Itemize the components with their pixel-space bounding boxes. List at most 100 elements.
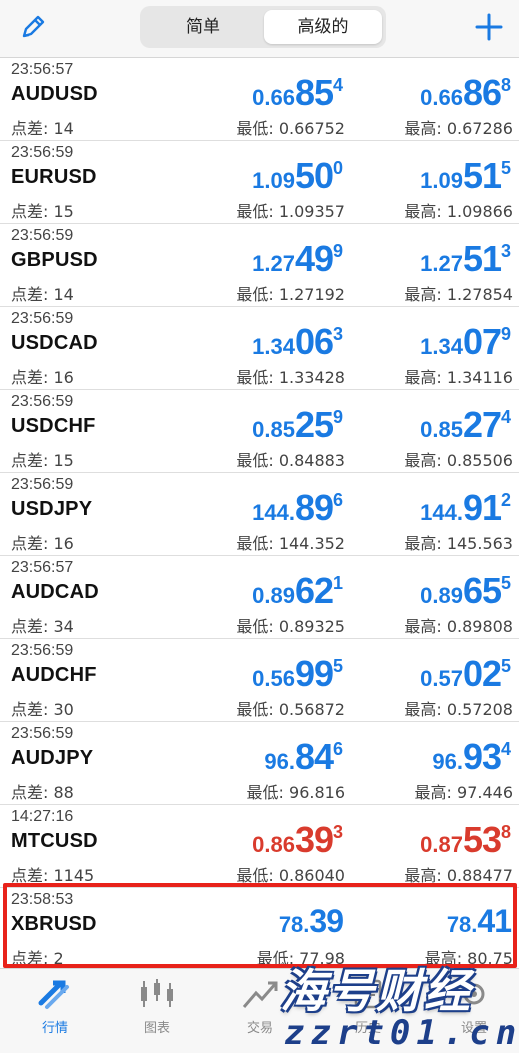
ask-price: 0.57025 — [420, 653, 511, 694]
price-fraction: 4 — [500, 407, 511, 427]
quote-row-audchf[interactable]: 23:56:59 AUDCHF 点差: 30 0.56995 0.57025 最低: 0.… — [0, 639, 519, 722]
quote-row-usdchf[interactable]: 23:56:59 USDCHF 点差: 15 0.85259 0.85274 最低: 0.… — [0, 390, 519, 473]
price-prefix: 0.66 — [420, 85, 463, 110]
price-pips: 06 — [294, 321, 334, 362]
symbol-name: AUDUSD — [11, 83, 98, 105]
price-pips: 27 — [462, 404, 502, 445]
spread-value: 点差: 15 — [11, 202, 74, 221]
price-prefix: 0.89 — [252, 583, 295, 608]
price-fraction: 5 — [500, 158, 511, 178]
tab-charts[interactable]: 图表 — [117, 977, 197, 1047]
tab-quotes[interactable]: 行情 — [15, 977, 95, 1047]
price-fraction: 9 — [332, 241, 343, 261]
price-fraction: 0 — [332, 158, 343, 178]
quote-time: 23:58:53 — [11, 891, 74, 908]
quote-row-eurusd[interactable]: 23:56:59 EURUSD 点差: 15 1.09500 1.09515 最低: 1.… — [0, 141, 519, 224]
quote-row-usdjpy[interactable]: 23:56:59 USDJPY 点差: 16 144.896 144.912 最低: 14… — [0, 473, 519, 556]
quote-row-xbrusd[interactable]: 23:58:53 XBRUSD 点差: 2 78.39 78.41 最低: 77.98 最高… — [0, 888, 519, 971]
price-pips: 51 — [462, 238, 502, 279]
tab-history[interactable]: 历史 — [328, 977, 408, 1047]
high-value: 最高: 145.563 — [404, 534, 513, 553]
price-fraction: 4 — [332, 75, 343, 95]
low-value: 最低: 0.86040 — [236, 866, 345, 885]
ask-price: 1.27513 — [420, 238, 511, 279]
quote-row-audjpy[interactable]: 23:56:59 AUDJPY 点差: 88 96.846 96.934 最低: 96.8… — [0, 722, 519, 805]
price-prefix: 1.27 — [420, 251, 463, 276]
price-prefix: 96. — [432, 749, 463, 774]
price-fraction: 3 — [332, 822, 343, 842]
price-prefix: 1.34 — [420, 334, 463, 359]
price-fraction: 6 — [332, 739, 343, 759]
price-fraction: 9 — [332, 407, 343, 427]
spread-value: 点差: 16 — [11, 368, 74, 387]
price-prefix: 0.85 — [420, 417, 463, 442]
tab-settings[interactable]: 设置 — [434, 977, 514, 1047]
quote-time: 23:56:59 — [11, 642, 74, 659]
bottom-tab-bar: 行情 图表 交易 历史 设置 — [0, 968, 519, 1053]
ask-price: 0.85274 — [420, 404, 511, 445]
quote-row-audusd[interactable]: 23:56:57 AUDUSD 点差: 14 0.66854 0.66868 最低: 0.… — [0, 58, 519, 141]
tab-advanced[interactable]: 高级的 — [264, 10, 382, 44]
price-fraction: 5 — [500, 656, 511, 676]
spread-value: 点差: 1145 — [11, 866, 95, 885]
high-value: 最高: 0.88477 — [404, 866, 513, 885]
tab-simple[interactable]: 简单 — [144, 10, 262, 44]
quote-row-audcad[interactable]: 23:56:57 AUDCAD 点差: 34 0.89621 0.89655 最低: 0.… — [0, 556, 519, 639]
price-fraction: 6 — [332, 490, 343, 510]
add-symbol-button[interactable] — [470, 8, 508, 46]
price-prefix: 1.09 — [420, 168, 463, 193]
spread-value: 点差: 2 — [11, 949, 64, 968]
high-value: 最高: 0.57208 — [404, 700, 513, 719]
price-pips: 99 — [294, 653, 334, 694]
low-value: 最低: 0.56872 — [236, 700, 345, 719]
price-prefix: 78. — [278, 912, 310, 937]
bid-price: 1.34063 — [252, 321, 343, 362]
quote-time: 23:56:59 — [11, 393, 74, 410]
symbol-name: GBPUSD — [11, 249, 98, 271]
quote-time: 14:27:16 — [11, 808, 74, 825]
price-pips: 91 — [462, 487, 502, 528]
quote-row-usdcad[interactable]: 23:56:59 USDCAD 点差: 16 1.34063 1.34079 最低: 1.… — [0, 307, 519, 390]
bid-price: 96.846 — [264, 736, 343, 777]
ask-price: 0.89655 — [420, 570, 511, 611]
price-fraction: 5 — [500, 573, 511, 593]
bid-price: 0.66854 — [252, 72, 343, 113]
quote-row-mtcusd[interactable]: 14:27:16 MTCUSD 点差: 1145 0.86393 0.87538 最低: … — [0, 805, 519, 888]
settings-icon — [463, 983, 485, 1005]
tab-label: 行情 — [41, 1021, 68, 1036]
low-value: 最低: 1.33428 — [236, 368, 345, 387]
high-value: 最高: 0.67286 — [404, 119, 513, 138]
high-value: 最高: 0.85506 — [404, 451, 513, 470]
price-pips: 86 — [462, 72, 502, 113]
ask-price: 0.66868 — [420, 72, 511, 113]
bid-price: 1.09500 — [252, 155, 343, 196]
quote-row-gbpusd[interactable]: 23:56:59 GBPUSD 点差: 14 1.27499 1.27513 最低: 1.… — [0, 224, 519, 307]
tab-label: 交易 — [246, 1021, 273, 1036]
symbol-name: USDJPY — [11, 498, 93, 520]
bid-price: 0.86393 — [252, 819, 343, 860]
price-prefix: 0.87 — [420, 832, 463, 857]
price-prefix: 0.89 — [420, 583, 463, 608]
low-value: 最低: 0.89325 — [236, 617, 345, 636]
price-pips: 84 — [294, 736, 334, 777]
history-icon — [354, 979, 382, 1009]
price-prefix: 0.56 — [252, 666, 295, 691]
ask-price: 1.34079 — [420, 321, 511, 362]
price-prefix: 144. — [252, 500, 295, 525]
price-fraction: 1 — [332, 573, 343, 593]
segmented-control: 简单 高级的 — [140, 6, 386, 48]
tab-trade[interactable]: 交易 — [220, 977, 300, 1047]
price-prefix: 0.66 — [252, 85, 295, 110]
price-prefix: 144. — [420, 500, 463, 525]
ask-price: 1.09515 — [420, 155, 511, 196]
price-pips: 62 — [294, 570, 334, 611]
bid-price: 78.39 — [278, 902, 344, 942]
high-value: 最高: 1.27854 — [404, 285, 513, 304]
edit-button[interactable] — [16, 10, 50, 44]
low-value: 最低: 0.84883 — [236, 451, 345, 470]
price-fraction: 8 — [500, 822, 511, 842]
price-pips: 65 — [462, 570, 502, 611]
candlestick-chart-icon — [141, 979, 173, 1007]
price-pips: 49 — [294, 238, 334, 279]
price-fraction: 3 — [500, 241, 511, 261]
